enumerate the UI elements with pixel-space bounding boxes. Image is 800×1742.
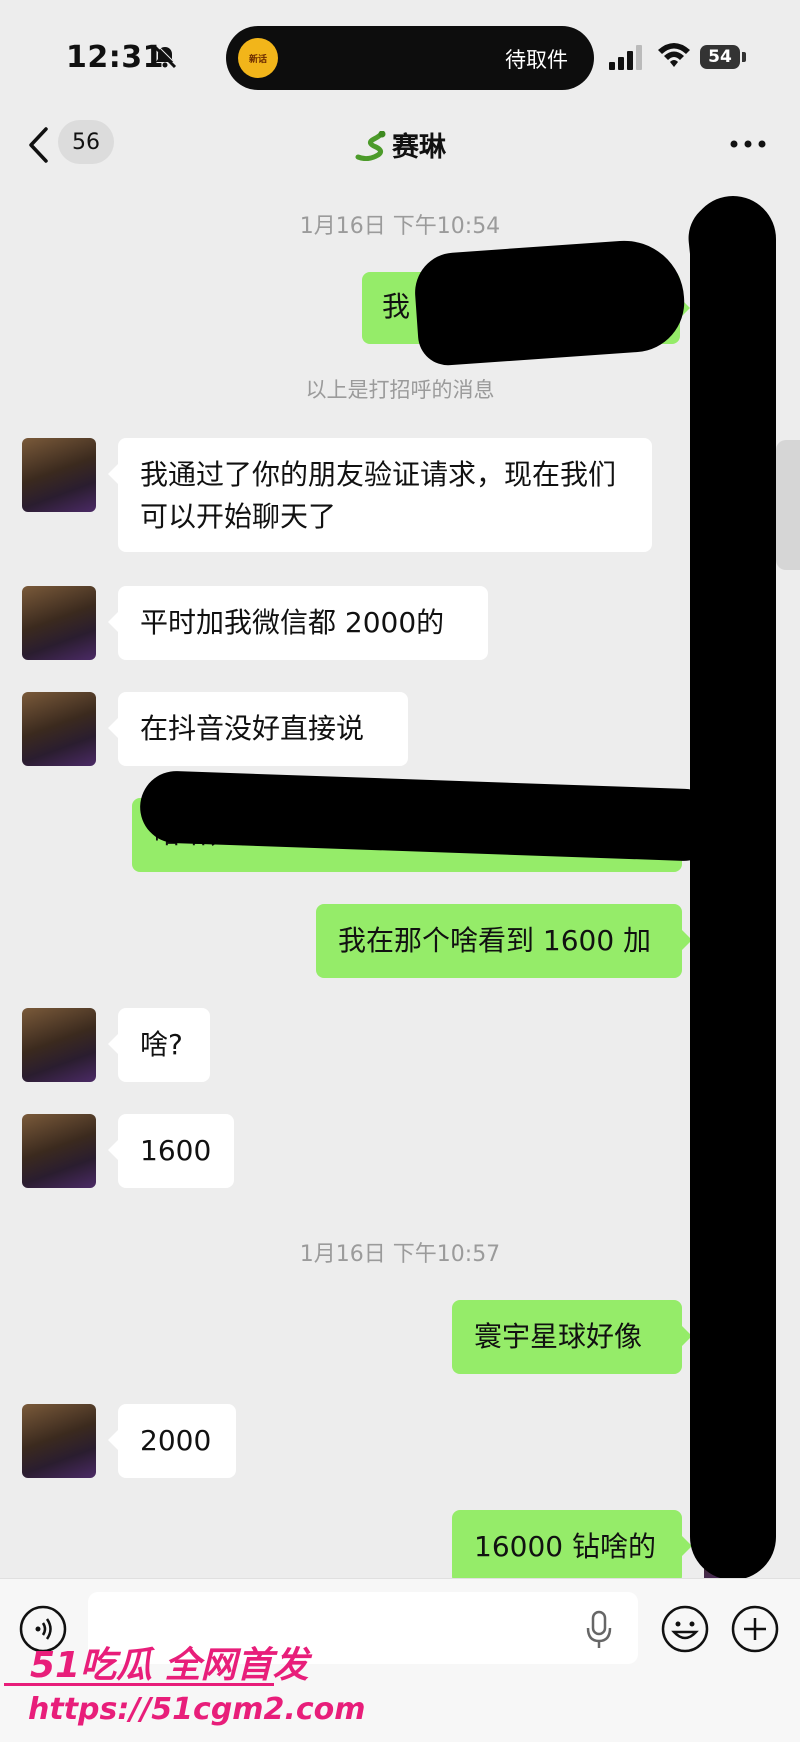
side-panel-handle[interactable] — [776, 440, 800, 570]
message-bubble-incoming[interactable]: 平时加我微信都 2000的 — [108, 586, 488, 660]
message-text: 1600 — [140, 1134, 212, 1167]
message-text: 寰宇星球好像 — [474, 1320, 643, 1353]
redaction-mark — [690, 196, 776, 1580]
timestamp: 1月16日 下午10:54 — [299, 214, 501, 239]
watermark-divider — [4, 1683, 274, 1686]
contact-avatar[interactable] — [22, 438, 96, 512]
snake-emoji-icon — [355, 131, 386, 161]
message-text: 2000 — [140, 1424, 212, 1457]
message-bubble-incoming[interactable]: 2000 — [108, 1404, 236, 1478]
battery-indicator: 54 — [700, 45, 740, 69]
contact-avatar[interactable] — [22, 1008, 96, 1082]
message-bubble-outgoing[interactable]: 我在那个啥看到 1600 加 — [316, 904, 692, 978]
message-text: 在抖音没好直接说 — [140, 712, 365, 745]
message-text: 平时加我微信都 2000的 — [140, 606, 445, 639]
message-text: 我在那个啥看到 1600 加 — [338, 924, 652, 957]
dynamic-island[interactable]: 新话 待取件 — [226, 26, 594, 90]
app-logo-icon: 新话 — [238, 38, 278, 78]
message-text: 啥? — [140, 1028, 183, 1061]
message-bubble-outgoing[interactable]: 16000 钻啥的 — [452, 1510, 692, 1584]
wifi-icon — [658, 43, 690, 67]
message-bubble-incoming[interactable]: 在抖音没好直接说 — [108, 692, 408, 766]
status-time: 12:31 — [66, 40, 164, 75]
message-bubble-incoming[interactable]: 我通过了你的朋友验证请求，现在我们可以开始聊天了 — [108, 438, 652, 552]
battery-tip — [742, 52, 746, 62]
emoji-icon[interactable] — [660, 1604, 710, 1654]
microphone-icon[interactable] — [584, 1610, 614, 1650]
status-bar: 12:31 新话 待取件 54 — [0, 0, 800, 110]
contact-avatar[interactable] — [22, 1404, 96, 1478]
island-status-text: 待取件 — [505, 48, 568, 72]
message-text: 我通过了你的朋友验证请求，现在我们可以开始聊天了 — [140, 458, 617, 533]
contact-avatar[interactable] — [22, 692, 96, 766]
watermark-title: 51吃瓜 全网首发 — [30, 1645, 309, 1686]
add-more-icon[interactable] — [730, 1604, 780, 1654]
bell-muted-icon — [153, 44, 178, 69]
message-bubble-outgoing[interactable]: 寰宇星球好像 — [452, 1300, 692, 1374]
message-text: 我 — [382, 290, 411, 323]
more-options-icon[interactable] — [728, 139, 768, 149]
watermark-url: https://51cgm2.com — [28, 1692, 366, 1727]
cellular-signal-icon — [609, 45, 642, 70]
message-text: 16000 钻啥的 — [474, 1530, 656, 1563]
timestamp: 1月16日 下午10:57 — [299, 1242, 501, 1267]
chat-title: 赛琳 — [0, 125, 800, 164]
contact-avatar[interactable] — [22, 586, 96, 660]
message-bubble-incoming[interactable]: 1600 — [108, 1114, 234, 1188]
contact-name: 赛琳 — [392, 132, 446, 163]
redaction-mark — [412, 236, 688, 368]
message-bubble-incoming[interactable]: 啥? — [108, 1008, 210, 1082]
system-note: 以上是打招呼的消息 — [305, 378, 495, 402]
contact-avatar[interactable] — [22, 1114, 96, 1188]
